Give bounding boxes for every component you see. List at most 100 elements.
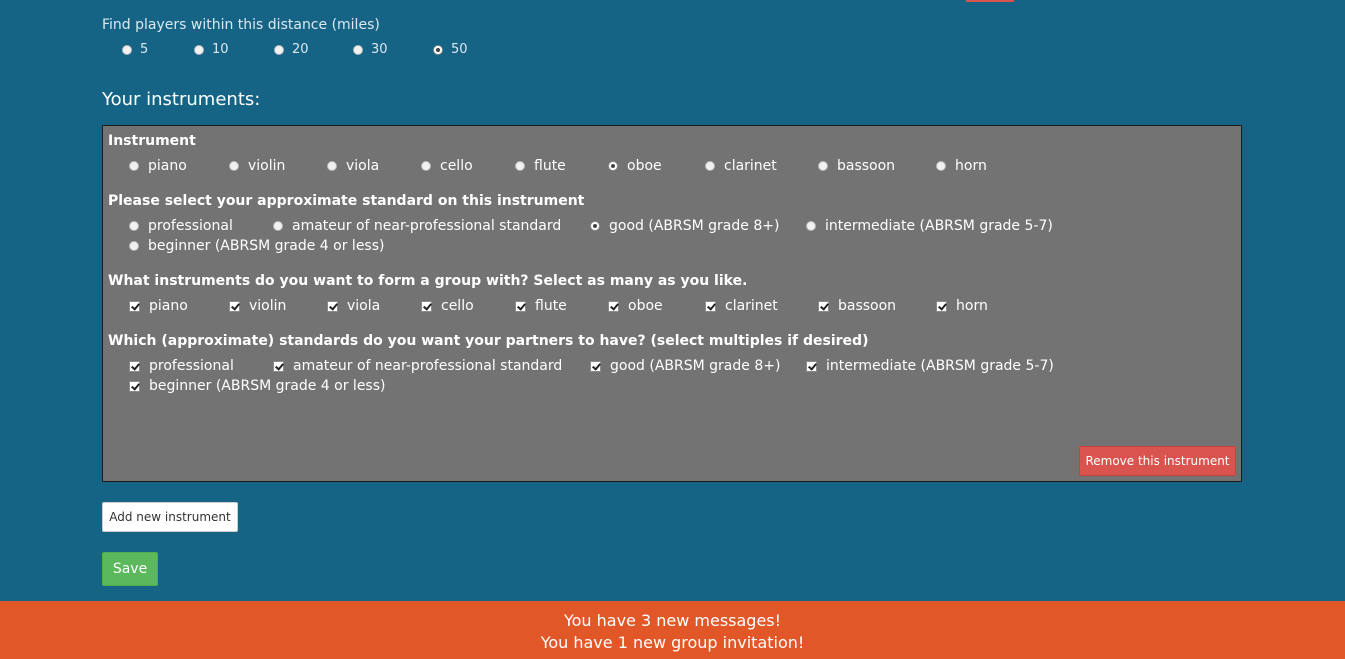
distance-option-20[interactable]: 20: [274, 42, 309, 57]
instrument-option-viola[interactable]: viola: [327, 157, 379, 175]
distance-radio[interactable]: [194, 44, 204, 55]
group-checkbox[interactable]: [705, 300, 716, 312]
partner-option-beginner[interactable]: beginner (ABRSM grade 4 or less): [129, 377, 385, 395]
distance-option-10[interactable]: 10: [194, 42, 229, 57]
distance-radio-selected[interactable]: [433, 44, 443, 55]
standard-option-beginner[interactable]: beginner (ABRSM grade 4 or less): [129, 237, 384, 255]
instrument-option-label: clarinet: [724, 158, 777, 174]
top-accent-bar: [966, 0, 1014, 2]
partner-checkbox[interactable]: [129, 380, 140, 392]
preferences-page: Find players within this distance (miles…: [0, 0, 1345, 659]
instrument-radio[interactable]: [936, 161, 946, 171]
standard-option-amateur[interactable]: amateur of near-professional standard: [273, 217, 561, 235]
standard-option-professional[interactable]: professional: [129, 217, 233, 235]
remove-instrument-button[interactable]: Remove this instrument: [1079, 446, 1236, 476]
partner-checkbox[interactable]: [273, 360, 284, 372]
partner-option-label: good (ABRSM grade 8+): [610, 358, 781, 374]
standard-option-label: amateur of near-professional standard: [292, 218, 562, 234]
group-option-label: flute: [535, 298, 567, 314]
instrument-panel: Instrument piano violin viola cello flut…: [102, 125, 1242, 482]
group-option-viola[interactable]: viola: [327, 297, 380, 315]
distance-option-label: 20: [292, 42, 309, 57]
partner-option-label: intermediate (ABRSM grade 5-7): [826, 358, 1054, 374]
instrument-option-oboe[interactable]: oboe: [608, 157, 662, 175]
group-option-label: cello: [441, 298, 474, 314]
instrument-option-bassoon[interactable]: bassoon: [818, 157, 895, 175]
partner-option-label: professional: [149, 358, 234, 374]
add-instrument-button[interactable]: Add new instrument: [102, 502, 238, 532]
group-option-horn[interactable]: horn: [936, 297, 988, 315]
distance-option-label: 30: [371, 42, 388, 57]
group-option-clarinet[interactable]: clarinet: [705, 297, 778, 315]
group-option-violin[interactable]: violin: [229, 297, 286, 315]
instrument-option-label: violin: [248, 158, 286, 174]
partner-checkbox[interactable]: [590, 360, 601, 372]
distance-option-50[interactable]: 50: [433, 42, 468, 57]
partner-option-good[interactable]: good (ABRSM grade 8+): [590, 357, 780, 375]
instrument-option-label: piano: [148, 158, 187, 174]
instrument-option-piano[interactable]: piano: [129, 157, 187, 175]
group-checkbox[interactable]: [421, 300, 432, 312]
standard-radio[interactable]: [806, 221, 816, 231]
partner-checkbox[interactable]: [806, 360, 817, 372]
partner-option-label: beginner (ABRSM grade 4 or less): [149, 378, 386, 394]
group-option-flute[interactable]: flute: [515, 297, 567, 315]
instrument-option-cello[interactable]: cello: [421, 157, 473, 175]
group-option-label: oboe: [628, 298, 663, 314]
group-checkbox[interactable]: [936, 300, 947, 312]
instrument-radio[interactable]: [421, 161, 431, 171]
group-option-label: piano: [149, 298, 188, 314]
instrument-radio[interactable]: [515, 161, 525, 171]
group-checkbox[interactable]: [515, 300, 526, 312]
instrument-option-violin[interactable]: violin: [229, 157, 285, 175]
instrument-radio-selected[interactable]: [608, 161, 618, 171]
instrument-option-label: oboe: [627, 158, 662, 174]
group-option-bassoon[interactable]: bassoon: [818, 297, 896, 315]
distance-option-30[interactable]: 30: [353, 42, 388, 57]
partner-option-intermediate[interactable]: intermediate (ABRSM grade 5-7): [806, 357, 1054, 375]
partner-option-label: amateur of near-professional standard: [293, 358, 563, 374]
instrument-radio[interactable]: [327, 161, 337, 171]
distance-radio[interactable]: [122, 44, 132, 55]
standard-option-good[interactable]: good (ABRSM grade 8+): [590, 217, 779, 235]
instrument-option-horn[interactable]: horn: [936, 157, 987, 175]
instrument-radio[interactable]: [705, 161, 715, 171]
instrument-option-flute[interactable]: flute: [515, 157, 566, 175]
instrument-option-label: viola: [346, 158, 380, 174]
standard-radio[interactable]: [273, 221, 283, 231]
distance-option-5[interactable]: 5: [122, 42, 148, 57]
messages-notification[interactable]: You have 3 new messages!: [0, 610, 1345, 632]
save-button[interactable]: Save: [102, 552, 158, 586]
instrument-radio[interactable]: [229, 161, 239, 171]
group-checkbox[interactable]: [608, 300, 619, 312]
instrument-option-label: cello: [440, 158, 473, 174]
group-option-oboe[interactable]: oboe: [608, 297, 663, 315]
standard-radio[interactable]: [129, 241, 139, 251]
partner-option-professional[interactable]: professional: [129, 357, 234, 375]
distance-radio[interactable]: [274, 44, 284, 55]
your-instruments-heading: Your instruments:: [102, 89, 261, 110]
group-checkbox[interactable]: [818, 300, 829, 312]
instrument-option-label: bassoon: [837, 158, 896, 174]
group-option-cello[interactable]: cello: [421, 297, 474, 315]
group-option-label: violin: [249, 298, 287, 314]
instrument-radio[interactable]: [129, 161, 139, 171]
instrument-radio[interactable]: [818, 161, 828, 171]
group-checkbox[interactable]: [229, 300, 240, 312]
standard-radio-selected[interactable]: [590, 221, 600, 231]
group-option-label: clarinet: [725, 298, 778, 314]
invitations-notification[interactable]: You have 1 new group invitation!: [0, 632, 1345, 654]
partner-checkbox[interactable]: [129, 360, 140, 372]
standard-radio[interactable]: [129, 221, 139, 231]
distance-radio[interactable]: [353, 44, 363, 55]
standard-option-intermediate[interactable]: intermediate (ABRSM grade 5-7): [806, 217, 1053, 235]
distance-title: Find players within this distance (miles…: [102, 17, 380, 33]
distance-option-label: 50: [451, 42, 468, 57]
group-checkbox[interactable]: [327, 300, 338, 312]
standard-option-label: intermediate (ABRSM grade 5-7): [825, 218, 1053, 234]
group-checkbox[interactable]: [129, 300, 140, 312]
partner-option-amateur[interactable]: amateur of near-professional standard: [273, 357, 562, 375]
instrument-option-clarinet[interactable]: clarinet: [705, 157, 777, 175]
standard-option-label: professional: [148, 218, 233, 234]
group-option-piano[interactable]: piano: [129, 297, 188, 315]
